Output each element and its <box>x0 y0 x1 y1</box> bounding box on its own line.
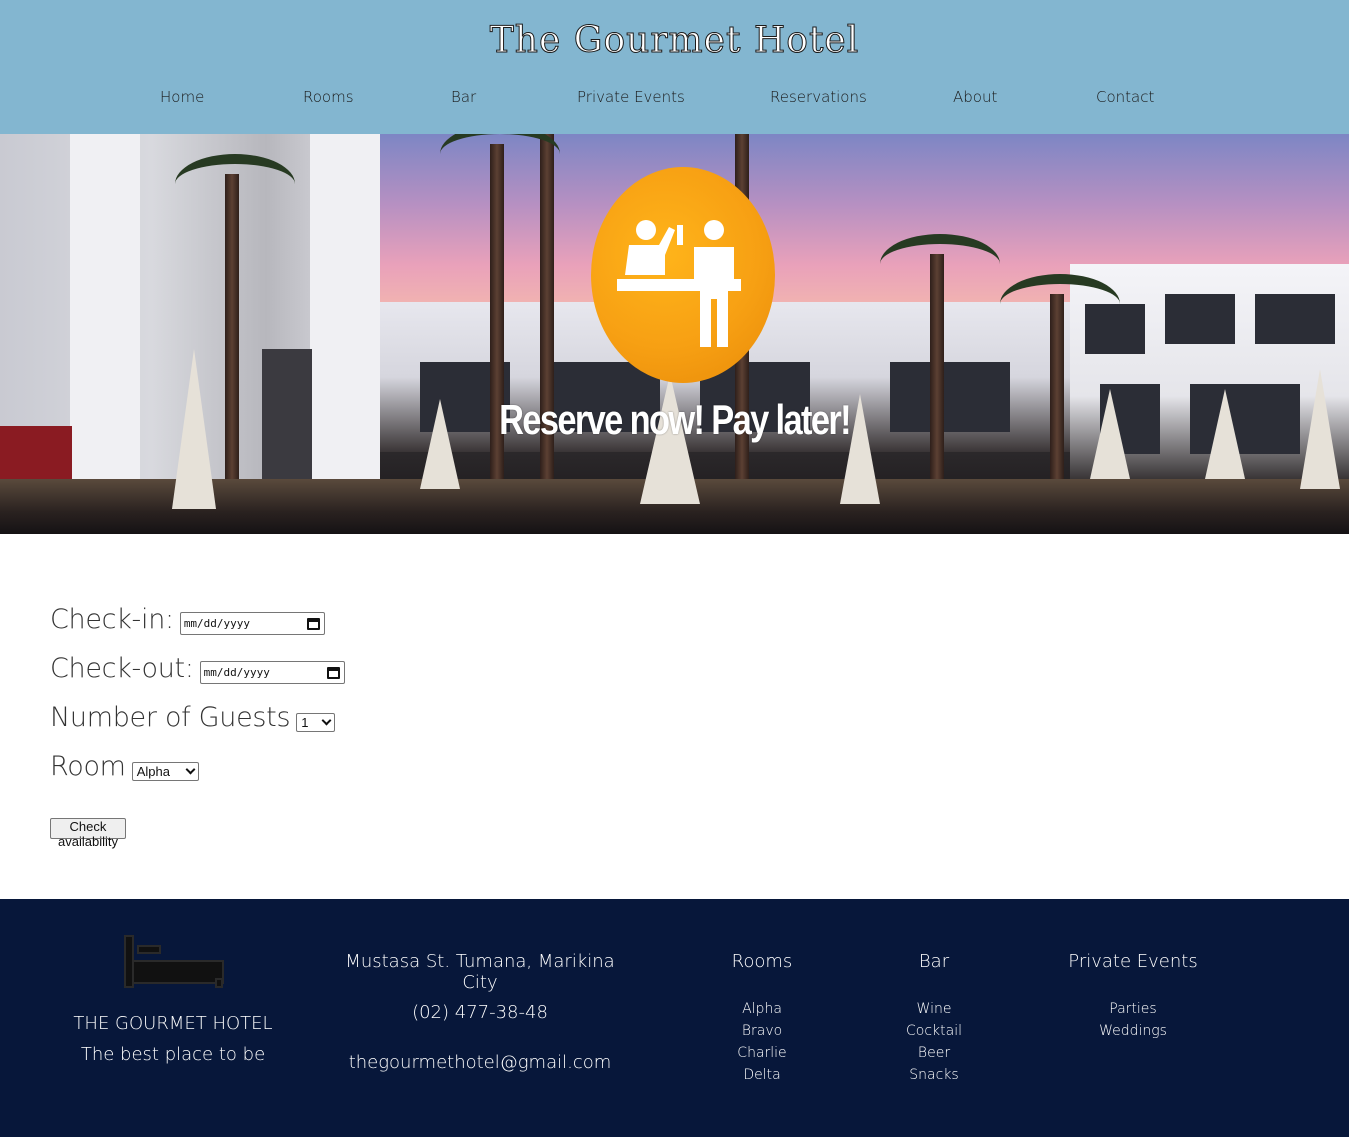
checkout-label: Check-out: <box>50 653 194 684</box>
room-row: Room Alpha <box>50 751 199 782</box>
calendar-icon[interactable] <box>326 666 340 679</box>
site-title[interactable]: The Gourmet Hotel <box>0 20 1349 62</box>
checkin-date-input[interactable]: mm/dd/yyyy <box>179 612 325 635</box>
footer-bar-link[interactable]: Snacks <box>884 1064 984 1086</box>
nav-contact[interactable]: Contact <box>1096 88 1154 106</box>
nav-home[interactable]: Home <box>160 88 204 106</box>
footer-bar-column: Bar Wine Cocktail Beer Snacks <box>884 899 984 1086</box>
reception-desk-icon <box>591 167 775 383</box>
footer-email[interactable]: thegourmethotel@gmail.com <box>330 1052 630 1073</box>
footer-events-link[interactable]: Weddings <box>1063 1020 1203 1042</box>
nav-rooms[interactable]: Rooms <box>303 88 354 106</box>
calendar-icon[interactable] <box>306 617 320 630</box>
nav-private-events[interactable]: Private Events <box>577 88 685 106</box>
checkin-label: Check-in: <box>50 604 174 635</box>
guests-label: Number of Guests <box>50 702 291 733</box>
check-availability-button[interactable]: Check availability <box>50 818 126 849</box>
checkout-row: Check-out: mm/dd/yyyy <box>50 653 345 684</box>
nav-about[interactable]: About <box>953 88 997 106</box>
guests-select[interactable]: 1 <box>296 713 336 732</box>
room-label: Room <box>50 751 126 782</box>
nav-reservations[interactable]: Reservations <box>770 88 867 106</box>
footer-rooms-title: Rooms <box>731 951 793 972</box>
chevron-down-icon <box>321 715 332 726</box>
checkout-date-input[interactable]: mm/dd/yyyy <box>199 661 345 684</box>
footer-address: Mustasa St. Tumana, Marikina City <box>345 951 615 993</box>
main-nav: Home Rooms Bar Private Events Reservatio… <box>0 88 1349 112</box>
footer-rooms-link[interactable]: Alpha <box>712 998 812 1020</box>
room-select[interactable]: Alpha <box>131 762 199 781</box>
footer-tagline: The best place to be <box>80 1044 266 1065</box>
hero-headline: Reserve now! Pay later! <box>499 396 851 443</box>
footer-events-column: Private Events Parties Weddings <box>1063 899 1203 1042</box>
footer-phone[interactable]: (02) 477-38-48 <box>330 1002 630 1023</box>
bed-icon <box>124 935 224 988</box>
hero-banner: Reserve now! Pay later! <box>0 134 1349 534</box>
footer-events-link[interactable]: Parties <box>1063 998 1203 1020</box>
guests-row: Number of Guests 1 <box>50 702 336 733</box>
footer-bar-link[interactable]: Cocktail <box>884 1020 984 1042</box>
footer-bar-link[interactable]: Beer <box>884 1042 984 1064</box>
footer-brand: THE GOURMET HOTEL <box>73 1013 273 1034</box>
footer-events-title: Private Events <box>1068 951 1198 972</box>
footer-rooms-column: Rooms Alpha Bravo Charlie Delta <box>712 899 812 1086</box>
footer-bar-link[interactable]: Wine <box>884 998 984 1020</box>
checkin-row: Check-in: mm/dd/yyyy <box>50 604 325 635</box>
site-header: The Gourmet Hotel Home Rooms Bar Private… <box>0 0 1349 134</box>
footer-rooms-link[interactable]: Charlie <box>712 1042 812 1064</box>
chevron-down-icon <box>185 764 196 775</box>
nav-bar[interactable]: Bar <box>451 88 476 106</box>
footer-rooms-link[interactable]: Delta <box>712 1064 812 1086</box>
footer-bar-title: Bar <box>918 951 950 972</box>
site-footer: THE GOURMET HOTEL The best place to be M… <box>0 899 1349 1137</box>
footer-rooms-link[interactable]: Bravo <box>712 1020 812 1042</box>
